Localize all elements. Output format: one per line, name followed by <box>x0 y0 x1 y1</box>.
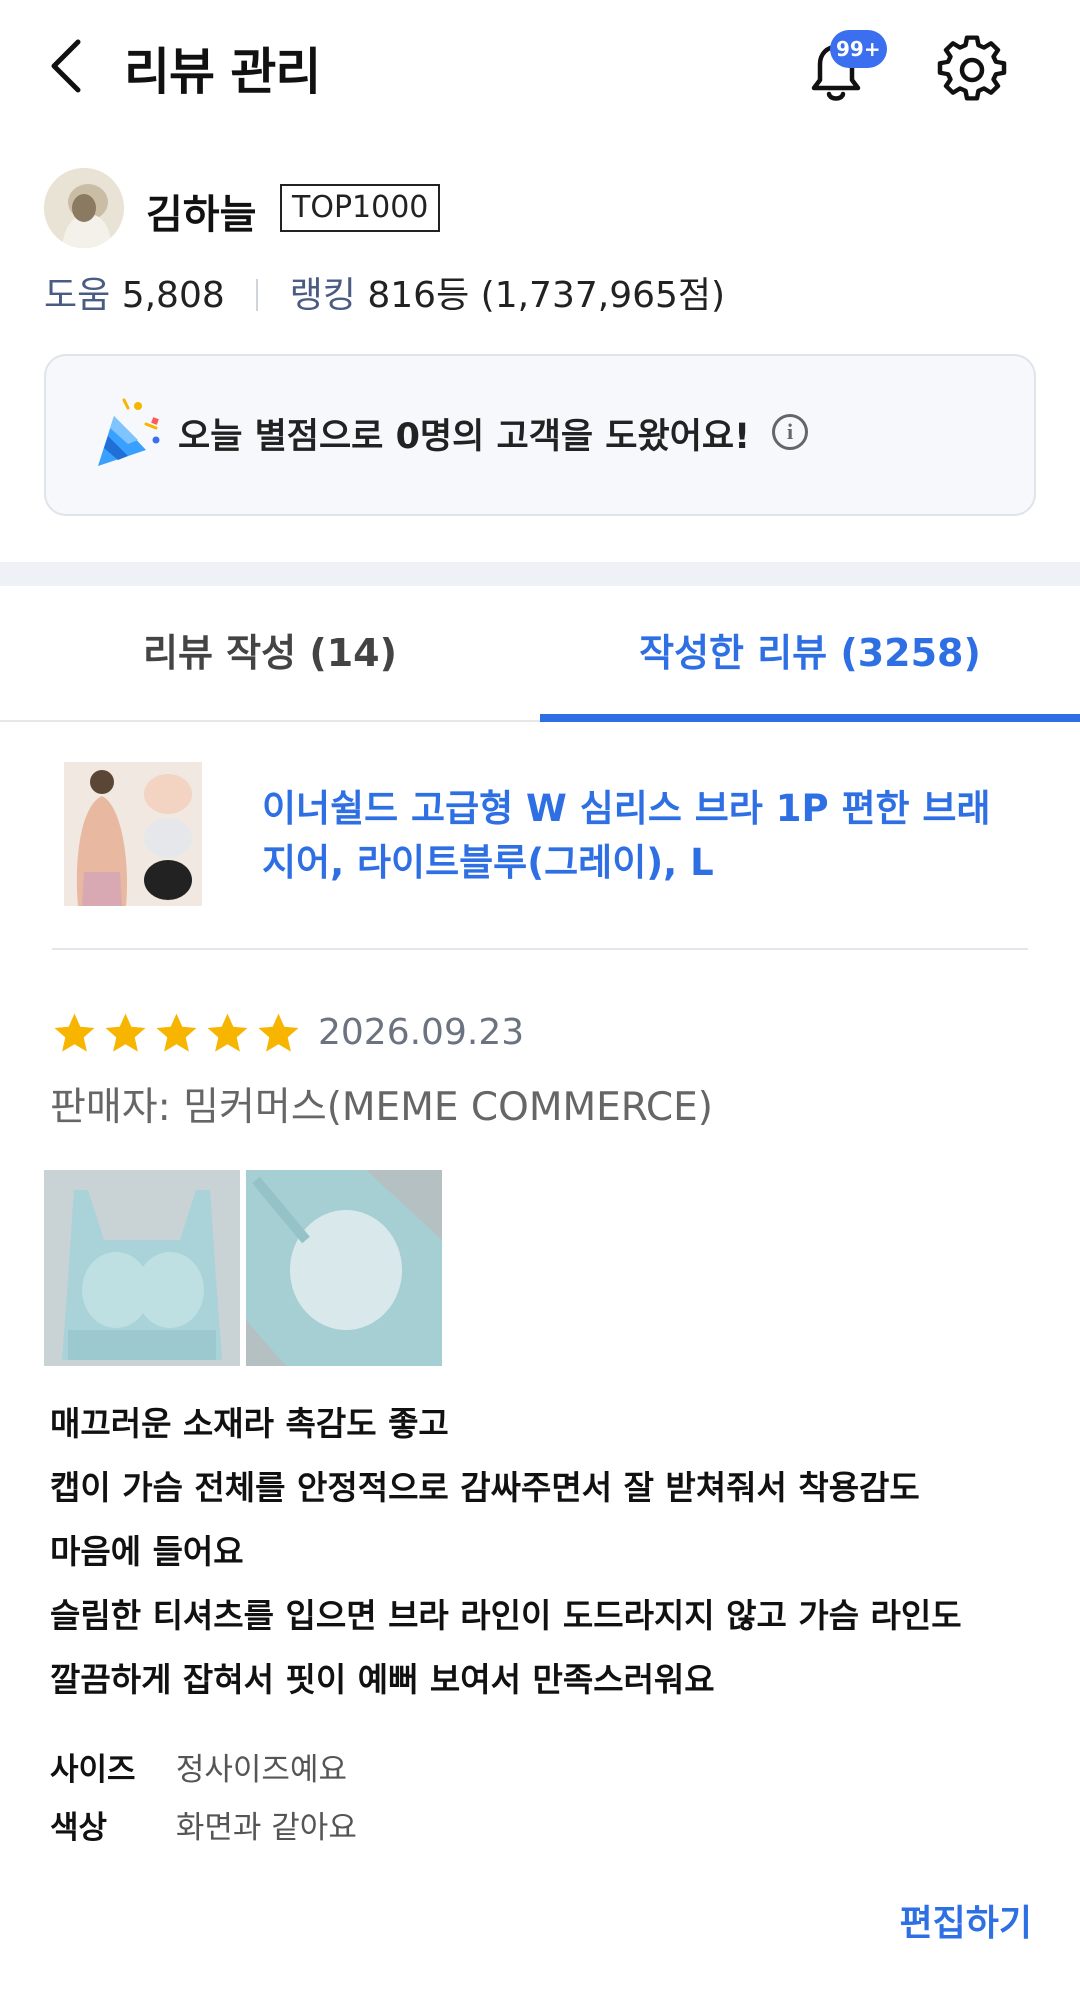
star-rating <box>50 1010 303 1058</box>
back-arrow-icon <box>51 39 81 93</box>
ranking-value: 816등 (1,737,965점) <box>367 275 726 316</box>
product-thumbnail[interactable] <box>64 762 202 906</box>
tab-written-reviews[interactable]: 작성한 리뷰 (3258) <box>540 586 1080 720</box>
ranking-label: 랭킹 <box>289 275 356 316</box>
gear-icon <box>937 35 1007 101</box>
size-attribute: 사이즈 정사이즈예요 <box>50 1744 347 1789</box>
review-photo[interactable] <box>246 1170 442 1366</box>
avatar <box>44 168 124 248</box>
rank-badge: TOP1000 <box>280 184 441 232</box>
user-name: 김하늘 <box>146 192 257 238</box>
attribute-key: 사이즈 <box>50 1752 136 1788</box>
review-line: 캡이 가슴 전체를 안정적으로 감싸주면서 잘 받쳐줘서 착용감도 <box>50 1468 920 1507</box>
help-notice-box: 오늘 별점으로 0명의 고객을 도왔어요! i <box>44 354 1036 516</box>
section-separator <box>0 562 1080 586</box>
info-icon[interactable]: i <box>772 414 808 450</box>
help-label: 도움 <box>44 275 111 316</box>
star-icon <box>54 1013 95 1052</box>
tab-write-review[interactable]: 리뷰 작성 (14) <box>0 586 540 720</box>
product-divider <box>52 948 1028 950</box>
review-photo[interactable] <box>44 1170 240 1366</box>
edit-review-button[interactable]: 편집하기 <box>900 1894 1032 1946</box>
notification-badge: 99+ <box>830 30 887 68</box>
star-icon <box>207 1013 248 1052</box>
review-line: 슬림한 티셔츠를 입으면 브라 라인이 도드라지지 않고 가슴 라인도 <box>50 1596 962 1635</box>
profile-stats: 도움 5,808 랭킹 816등 (1,737,965점) <box>44 268 725 324</box>
seller-name: 판매자: 밈커머스(MEME COMMERCE) <box>50 1085 714 1130</box>
star-icon <box>258 1013 299 1052</box>
active-tab-indicator <box>540 714 1080 722</box>
star-icon <box>156 1013 197 1052</box>
attribute-value: 정사이즈예요 <box>175 1752 347 1788</box>
review-text: 매끄러운 소재라 촉감도 좋고 캡이 가슴 전체를 안정적으로 감싸주면서 잘 … <box>50 1392 1040 1712</box>
help-value: 5,808 <box>121 275 225 316</box>
attribute-key: 색상 <box>50 1810 108 1846</box>
review-date: 2026.09.23 <box>318 1012 525 1053</box>
product-title-link[interactable]: 이너쉴드 고급형 W 심리스 브라 1P 편한 브래지어, 라이트블루(그레이)… <box>262 782 1002 890</box>
review-line: 깔끔하게 잡혀서 핏이 예뻐 보여서 만족스러워요 <box>50 1660 715 1699</box>
review-tabs: 리뷰 작성 (14) 작성한 리뷰 (3258) <box>0 586 1080 722</box>
party-popper-icon <box>98 398 160 466</box>
page-title: 리뷰 관리 <box>124 43 321 101</box>
back-button[interactable] <box>44 36 92 96</box>
stats-divider <box>256 279 259 311</box>
review-line: 마음에 들어요 <box>50 1532 244 1571</box>
settings-button[interactable] <box>936 34 1008 106</box>
color-attribute: 색상 화면과 같아요 <box>50 1802 357 1847</box>
attribute-value: 화면과 같아요 <box>175 1810 357 1846</box>
header: 리뷰 관리 99+ <box>0 0 1080 135</box>
review-line: 매끄러운 소재라 촉감도 좋고 <box>50 1404 449 1443</box>
star-icon <box>105 1013 146 1052</box>
help-notice-text: 오늘 별점으로 0명의 고객을 도왔어요! <box>178 417 751 457</box>
